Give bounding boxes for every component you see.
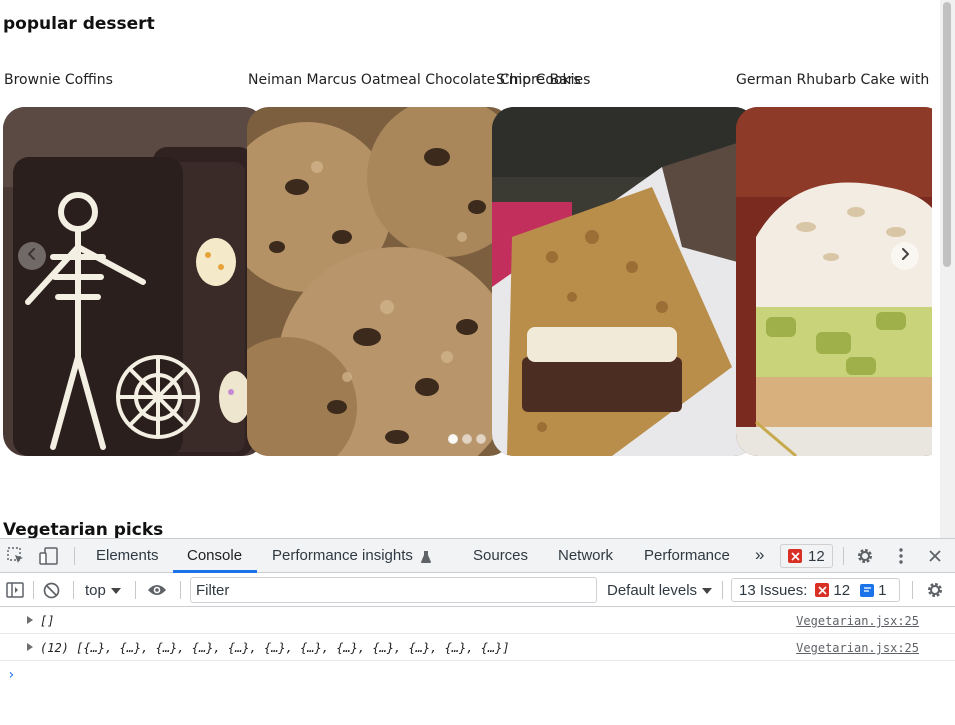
tab-sources[interactable]: Sources	[473, 547, 528, 564]
brownie-coffins-photo[interactable]	[3, 107, 265, 456]
error-icon	[815, 583, 830, 597]
rhubarb-cake-photo[interactable]	[736, 107, 932, 456]
carousel-next-button[interactable]	[891, 242, 919, 270]
experiment-flask-icon	[416, 547, 436, 567]
pagination-dot[interactable]	[462, 434, 472, 444]
carousel-prev-button[interactable]	[18, 242, 46, 270]
separator	[73, 581, 74, 599]
pagination-dot[interactable]	[448, 434, 458, 444]
tab-performance-insights[interactable]: Performance insights	[272, 547, 413, 564]
tab-network[interactable]: Network	[558, 547, 613, 564]
settings-gear-icon[interactable]	[855, 546, 875, 566]
close-icon[interactable]	[925, 546, 945, 566]
live-expression-eye-icon[interactable]	[147, 580, 167, 600]
page-scrollbar[interactable]	[940, 0, 955, 538]
context-value: top	[85, 582, 106, 599]
expand-triangle-icon[interactable]	[27, 616, 33, 624]
message-icon	[860, 583, 875, 597]
separator	[135, 581, 136, 599]
carousel-pagination	[448, 434, 486, 444]
log-source-link[interactable]: Vegetarian.jsx:25	[796, 614, 919, 628]
issues-button[interactable]: 13 Issues: 12 1	[731, 578, 900, 602]
tab-elements[interactable]: Elements	[96, 547, 159, 564]
smore-bars-photo[interactable]	[492, 107, 756, 456]
console-log-row[interactable]: (12) [{…}, {…}, {…}, {…}, {…}, {…}, {…},…	[0, 634, 955, 661]
dessert-carousel: Brownie Coffins Neiman Marcus Oatmeal Ch…	[3, 70, 932, 458]
log-source-link[interactable]: Vegetarian.jsx:25	[796, 641, 919, 655]
card-label[interactable]: German Rhubarb Cake with Meringue	[736, 72, 932, 88]
error-count-badge[interactable]: 12	[780, 544, 833, 568]
separator	[912, 581, 913, 599]
page-scrollbar-thumb[interactable]	[943, 2, 951, 267]
clear-console-icon[interactable]	[41, 580, 61, 600]
section-title-vegetarian: Vegetarian picks	[3, 520, 164, 538]
pagination-dot[interactable]	[476, 434, 486, 444]
issues-label: 13 Issues:	[739, 581, 808, 599]
separator	[74, 547, 75, 565]
card-label[interactable]: S'more Bars	[496, 72, 581, 88]
log-levels-value: Default levels	[607, 582, 698, 599]
dropdown-caret-icon	[110, 588, 121, 595]
console-log-row[interactable]: [] Vegetarian.jsx:25	[0, 607, 955, 634]
issues-message-count: 1	[878, 581, 887, 599]
inspect-element-icon[interactable]	[6, 546, 26, 566]
dropdown-caret-icon	[702, 588, 713, 595]
devtools-panel: Elements Console Performance insights So…	[0, 538, 955, 725]
separator	[180, 581, 181, 599]
expand-triangle-icon[interactable]	[27, 643, 33, 651]
console-prompt[interactable]: ›	[7, 667, 15, 683]
more-tabs-button[interactable]: »	[755, 545, 764, 565]
log-levels-dropdown[interactable]: Default levels	[607, 582, 713, 599]
page-viewport: popular dessert Brownie Coffins Neiman M…	[0, 0, 940, 538]
console-settings-gear-icon[interactable]	[925, 580, 945, 600]
console-toolbar: top Default levels 13 Issues: 12 1	[0, 573, 955, 607]
chevron-right-icon	[898, 247, 912, 266]
devtools-tab-bar: Elements Console Performance insights So…	[0, 539, 955, 573]
context-selector[interactable]: top	[85, 582, 121, 599]
separator	[33, 581, 34, 599]
error-count: 12	[808, 547, 825, 565]
tab-performance[interactable]: Performance	[644, 547, 730, 564]
log-message: []	[40, 614, 55, 628]
error-icon	[788, 549, 802, 563]
more-options-icon[interactable]	[891, 546, 911, 566]
log-message: (12) [{…}, {…}, {…}, {…}, {…}, {…}, {…},…	[40, 641, 510, 655]
separator	[843, 547, 844, 565]
sidebar-toggle-icon[interactable]	[5, 580, 25, 600]
tab-console[interactable]: Console	[187, 547, 242, 564]
issues-error-count: 12	[833, 581, 851, 599]
card-label[interactable]: Brownie Coffins	[4, 72, 113, 88]
section-title-popular: popular dessert	[3, 14, 155, 34]
oatmeal-cookies-photo[interactable]	[247, 107, 511, 456]
device-toolbar-icon[interactable]	[39, 546, 59, 566]
filter-input[interactable]	[190, 577, 597, 603]
chevron-left-icon	[25, 247, 39, 266]
console-output: [] Vegetarian.jsx:25 (12) [{…}, {…}, {…}…	[0, 607, 955, 725]
separator	[722, 581, 723, 599]
